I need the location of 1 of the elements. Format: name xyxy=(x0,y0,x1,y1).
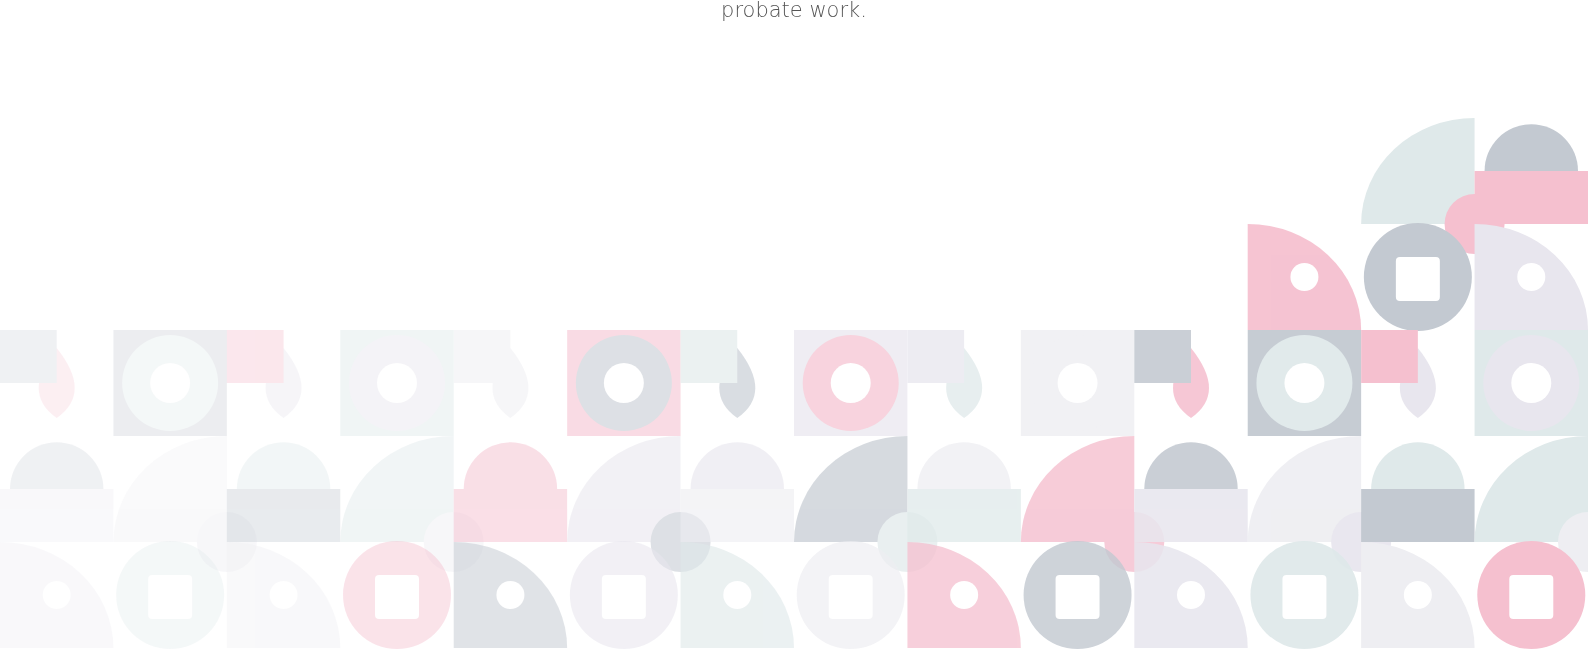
intro-text: probate work. xyxy=(721,0,867,24)
